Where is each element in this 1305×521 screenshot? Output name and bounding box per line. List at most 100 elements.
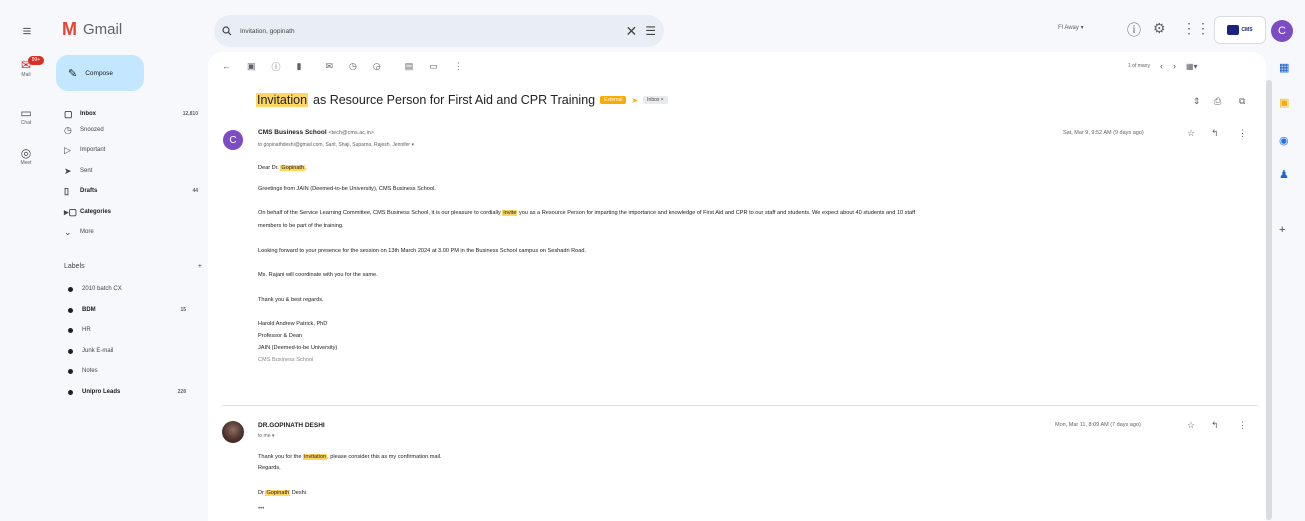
print-icon[interactable]: ⎙: [1214, 96, 1221, 107]
move-to-icon[interactable]: ▤: [405, 61, 414, 72]
keep-icon[interactable]: ▣: [1279, 96, 1289, 109]
get-addons-icon[interactable]: +: [1279, 224, 1285, 236]
important-marker-icon[interactable]: ➤: [631, 96, 638, 105]
snoozed-icon: ◷: [64, 124, 72, 135]
prev-page-icon[interactable]: ‹: [1160, 61, 1163, 71]
reply-icon[interactable]: ↰: [1211, 128, 1219, 139]
categories-icon: ▸▢: [64, 206, 78, 217]
message-more-icon[interactable]: ⋮: [1238, 128, 1247, 139]
nav-inbox[interactable]: ▢ Inbox 12,810: [64, 106, 204, 122]
label-tag-icon: [68, 307, 73, 313]
back-arrow-icon[interactable]: ←: [222, 61, 231, 71]
reply-signature: Dr Gopinath Deshi: [258, 490, 307, 496]
star-icon[interactable]: ☆: [1187, 128, 1195, 139]
signature-line: JAIN (Deemed-to-be University): [258, 345, 338, 351]
add-label-icon[interactable]: +: [198, 263, 202, 270]
show-trimmed-content-button[interactable]: •••: [258, 506, 264, 512]
rail-chat[interactable]: ▭ Chat: [13, 106, 39, 126]
nav-snoozed[interactable]: ◷ Snoozed: [64, 122, 204, 138]
gmail-wordmark: Gmail: [83, 20, 123, 38]
drafts-icon: ▯: [64, 185, 69, 196]
rail-meet[interactable]: ◎ Meet: [13, 146, 39, 166]
delete-icon[interactable]: ▮: [297, 61, 302, 72]
inbox-tag[interactable]: Inbox ×: [643, 96, 668, 104]
chat-icon: ▭: [20, 106, 32, 120]
help-icon[interactable]: ⓘ: [1127, 20, 1141, 40]
clear-search-icon[interactable]: ✕: [626, 23, 638, 40]
gmail-logo[interactable]: M Gmail: [62, 20, 122, 38]
reply-icon[interactable]: ↰: [1211, 420, 1219, 431]
label-item[interactable]: Unipro Leads 228: [68, 384, 186, 400]
message-view: [208, 52, 1266, 521]
nav-sent[interactable]: ➤ Sent: [64, 163, 204, 179]
body-paragraph: Thank you & best regards.: [258, 297, 324, 303]
pagination: 1 of many ‹ › ▦▾: [1128, 61, 1198, 71]
email-subject: Invitation as Resource Person for First …: [256, 93, 668, 107]
label-icon[interactable]: ▭: [429, 61, 438, 72]
greeting: Dear Dr. Gopinath,: [258, 165, 307, 171]
body-paragraph: Ms. Rajani will coordinate with you for …: [258, 272, 378, 278]
label-tag-icon: [68, 348, 73, 354]
body-paragraph-cont: members to be part of the training.: [258, 223, 344, 229]
message-toolbar: ← ▣ ⓘ ▮ ✉ ◷ ◶ ▤ ▭ ⋮: [222, 59, 463, 73]
compose-button[interactable]: ✎ Compose: [56, 55, 144, 91]
mark-unread-icon[interactable]: ✉: [325, 61, 333, 72]
nav-categories[interactable]: ▸▢ Categories: [64, 204, 204, 220]
organization-logo[interactable]: CMS: [1214, 16, 1266, 44]
star-icon[interactable]: ☆: [1187, 420, 1195, 431]
sender-name[interactable]: CMS Business School <tech@cms.ac.in>: [258, 129, 374, 136]
message-divider: [222, 405, 1258, 406]
status-selector[interactable]: Fl Away ▾: [1058, 24, 1084, 31]
mail-unread-badge: 99+: [28, 56, 44, 65]
search-input[interactable]: Invitation, gopinath: [240, 28, 618, 35]
scrollbar[interactable]: [1266, 80, 1272, 520]
nav-important[interactable]: ▷ Important: [64, 142, 204, 158]
add-task-icon[interactable]: ◶: [373, 61, 381, 72]
recipients-line[interactable]: to gopinathdeshi@gmail.com, Sarit, Shaji…: [258, 142, 414, 148]
tasks-icon[interactable]: ◉: [1279, 134, 1289, 147]
open-new-window-icon[interactable]: ⧉: [1239, 96, 1245, 107]
label-item[interactable]: 2010 batch CX: [68, 281, 186, 297]
report-spam-icon[interactable]: ⓘ: [272, 60, 281, 73]
archive-icon[interactable]: ▣: [247, 61, 256, 72]
pencil-icon: ✎: [68, 67, 78, 80]
main-menu-icon[interactable]: ≡: [18, 22, 36, 40]
signature-line: Professor & Dean: [258, 333, 303, 339]
input-tools-icon[interactable]: ▦▾: [1186, 62, 1198, 71]
expand-all-icon[interactable]: ⇕: [1193, 96, 1201, 107]
search-icon[interactable]: [222, 26, 232, 36]
label-tag-icon: [68, 368, 73, 374]
organization-logo-text: CMS: [1241, 27, 1253, 33]
label-item[interactable]: BDM 15: [68, 302, 186, 318]
body-paragraph: Greetings from JAIN (Deemed-to-be Univer…: [258, 186, 436, 192]
next-page-icon[interactable]: ›: [1173, 61, 1176, 71]
label-item[interactable]: Notes: [68, 363, 186, 379]
label-tag-icon: [68, 327, 73, 333]
apps-grid-icon[interactable]: ⋮⋮: [1182, 20, 1210, 37]
message-more-icon[interactable]: ⋮: [1238, 420, 1247, 431]
signature-line: Harold Andrew Patrick, PhD: [258, 321, 328, 327]
search-bar[interactable]: Invitation, gopinath ✕ ☰: [214, 15, 664, 47]
label-item[interactable]: Junk E-mail: [68, 343, 186, 359]
reply-body-line: Thank you for the invitation, please con…: [258, 454, 442, 460]
nav-drafts[interactable]: ▯ Drafts 44: [64, 183, 204, 199]
snooze-icon[interactable]: ◷: [349, 61, 357, 72]
settings-gear-icon[interactable]: ⚙: [1153, 20, 1166, 37]
sender-avatar-photo[interactable]: [222, 421, 244, 443]
calendar-icon[interactable]: ▦: [1279, 61, 1289, 74]
contacts-icon[interactable]: ♟: [1279, 168, 1289, 181]
more-chevron-icon: ⌄: [64, 226, 72, 237]
sender-avatar[interactable]: C: [223, 130, 243, 150]
body-paragraph: Looking forward to your presence for the…: [258, 248, 587, 254]
labels-header: Labels +: [64, 263, 202, 270]
sender-name[interactable]: DR.GOPINATH DESHI: [258, 422, 325, 429]
account-avatar[interactable]: C: [1271, 20, 1293, 42]
more-options-icon[interactable]: ⋮: [454, 61, 463, 72]
recipients-line[interactable]: to me ▾: [258, 433, 274, 439]
label-item[interactable]: HR: [68, 322, 186, 338]
search-options-icon[interactable]: ☰: [645, 24, 656, 38]
gmail-m-icon: M: [62, 19, 77, 39]
label-tag-icon: [68, 286, 73, 292]
nav-more[interactable]: ⌄ More: [64, 224, 204, 240]
sender-email: <tech@cms.ac.in>: [328, 130, 375, 136]
